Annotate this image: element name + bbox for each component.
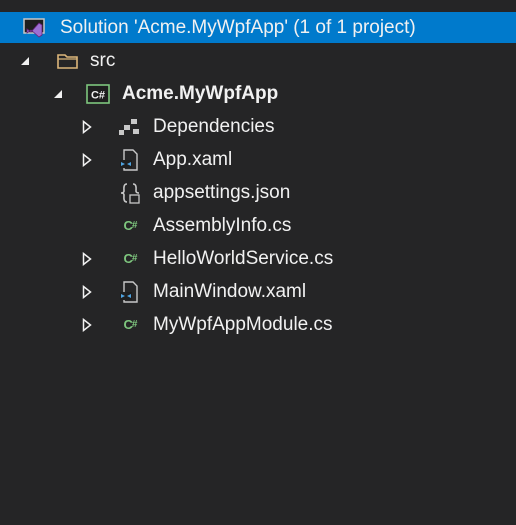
- csharp-file-icon: C #: [123, 251, 138, 266]
- collapsed-arrow-icon[interactable]: [80, 242, 94, 275]
- tree-item-label: MyWpfAppModule.cs: [153, 313, 333, 335]
- tree-node-solution[interactable]: Solution 'Acme.MyWpfApp' (1 of 1 project…: [0, 12, 516, 43]
- collapsed-arrow-icon[interactable]: [80, 143, 94, 176]
- tree-node-mywpfappmodule-cs[interactable]: C # MyWpfAppModule.cs: [0, 308, 516, 341]
- tree-item-label: MainWindow.xaml: [153, 280, 307, 302]
- solution-explorer: Solution 'Acme.MyWpfApp' (1 of 1 project…: [0, 0, 516, 525]
- collapsed-arrow-icon[interactable]: [80, 275, 94, 308]
- project-label: Acme.MyWpfApp: [122, 82, 279, 104]
- collapsed-arrow-icon[interactable]: [80, 308, 94, 341]
- csharp-file-icon: C #: [123, 317, 138, 332]
- tree-node-project[interactable]: C# Acme.MyWpfApp: [0, 77, 516, 110]
- tree-item-label: App.xaml: [153, 148, 233, 170]
- tree-node-folder-src[interactable]: src: [0, 44, 516, 77]
- collapsed-arrow-icon[interactable]: [80, 110, 94, 143]
- tree-node-helloworldservice-cs[interactable]: C # HelloWorldService.cs: [0, 242, 516, 275]
- solution-label: Solution 'Acme.MyWpfApp' (1 of 1 project…: [60, 16, 416, 38]
- xaml-file-icon: [118, 275, 142, 308]
- tree-item-label: Dependencies: [153, 115, 275, 137]
- tree-node-assemblyinfo-cs[interactable]: C # AssemblyInfo.cs: [0, 209, 516, 242]
- json-file-icon: [118, 176, 142, 209]
- tree-item-label: HelloWorldService.cs: [153, 247, 334, 269]
- tree-item-label: AssemblyInfo.cs: [153, 214, 292, 236]
- dependencies-icon: [118, 110, 142, 143]
- svg-text:C#: C#: [91, 89, 105, 101]
- csharp-project-icon: C#: [86, 77, 110, 110]
- tree-node-dependencies[interactable]: Dependencies: [0, 110, 516, 143]
- tree-node-mainwindow-xaml[interactable]: MainWindow.xaml: [0, 275, 516, 308]
- expanded-arrow-icon[interactable]: [18, 44, 32, 77]
- tree-item-label: appsettings.json: [153, 181, 291, 203]
- expanded-arrow-icon[interactable]: [51, 77, 65, 110]
- visual-studio-solution-icon: [22, 12, 46, 43]
- tree-node-appsettings-json[interactable]: appsettings.json: [0, 176, 516, 209]
- xaml-file-icon: [118, 143, 142, 176]
- csharp-file-icon: C #: [123, 218, 138, 233]
- folder-icon: [56, 44, 80, 77]
- tree-node-app-xaml[interactable]: App.xaml: [0, 143, 516, 176]
- folder-label: src: [90, 49, 116, 71]
